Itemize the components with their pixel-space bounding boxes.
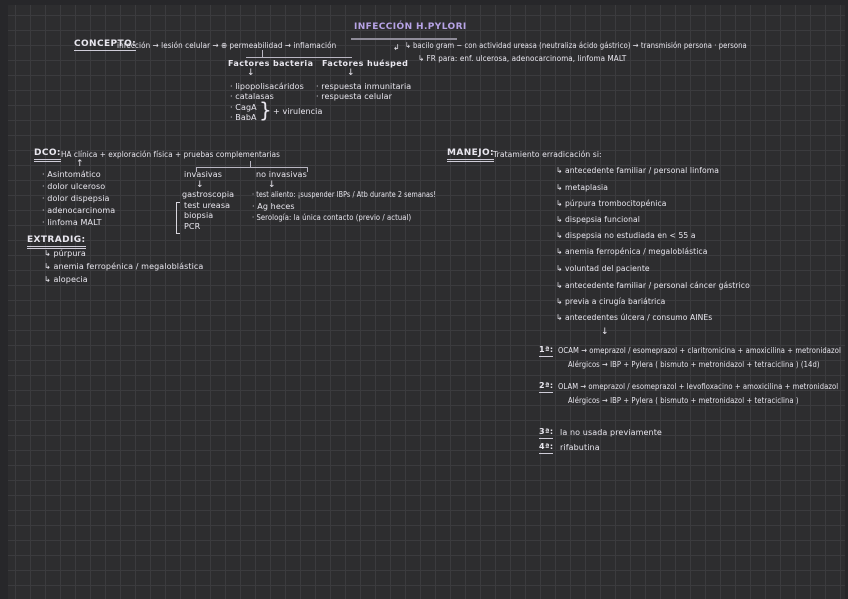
dco-line: HA clínica + exploración física + prueba… [61, 150, 280, 160]
clinica-item: · dolor dispepsia [42, 194, 110, 204]
no-invasivas-item: · Ag heces [252, 202, 295, 212]
manejo-item: ↳ dispepsia funcional [556, 215, 640, 225]
manejo-line: Tratamiento erradicación si: [493, 150, 602, 160]
page-title: INFECCIÓN H.PYLORI [354, 22, 467, 32]
no-invasivas-item: · test aliento: ¡suspender IBPs / Atb du… [252, 190, 436, 200]
manejo-item: ↳ voluntad del paciente [556, 264, 650, 274]
invasivas-title: invasivas [184, 170, 222, 180]
title-underline [351, 38, 457, 40]
manejo-item: ↳ antecedente familiar / personal cáncer… [556, 281, 750, 291]
manejo-item: ↳ dispepsia no estudiada en < 55 a [556, 231, 696, 241]
down-arrow-icon: ↓ [601, 327, 609, 337]
invasivas-item: biopsia [184, 211, 213, 221]
down-arrow-icon: ↓ [196, 180, 204, 190]
clinica-item: · Asintomático [42, 170, 101, 180]
dco-label: DCO: [34, 148, 61, 162]
page-edge-left [0, 0, 8, 599]
extradig-item: ↳ anemia ferropénica / megaloblástica [44, 262, 203, 272]
linea-2-text: OLAM → omeprazol / esomeprazol + levoflo… [558, 382, 838, 392]
concepto-bullet-1: ↳ bacilo gram − con actividad ureasa (ne… [405, 41, 747, 51]
linea-4-num: 4ª: [539, 442, 553, 454]
linea-4-text: rifabutina [560, 443, 600, 453]
note-canvas[interactable]: INFECCIÓN H.PYLORI CONCEPTO: infección →… [0, 0, 848, 599]
linea-1-sub: Alérgicos → IBP + Pylera ( bismuto + met… [568, 360, 820, 370]
down-arrow-icon: ↓ [347, 68, 355, 78]
manejo-item: ↳ púrpura trombocitopénica [556, 199, 667, 209]
page-edge-top [0, 0, 848, 5]
factores-bacteria-title: Factores bacteria [228, 59, 313, 69]
linea-2-num: 2ª: [539, 381, 553, 393]
clinica-item: · linfoma MALT [42, 218, 102, 228]
linea-3-text: la no usada previamente [560, 428, 662, 438]
concepto-flow: infección → lesión celular → ⊕ permeabil… [117, 41, 336, 51]
manejo-item: ↳ anemia ferropénica / megaloblástica [556, 247, 707, 257]
extradig-item: ↳ alopecia [44, 275, 88, 285]
invasivas-item: test ureasa [184, 201, 230, 211]
brace-glyph: } [259, 100, 272, 120]
bacteria-item: · lipopolisacáridos [230, 82, 304, 92]
connector-line [262, 50, 263, 57]
invasivas-main: gastroscopia [182, 190, 234, 200]
manejo-item: ↳ antecedente familiar / personal linfom… [556, 166, 719, 176]
connector-line [196, 167, 308, 168]
manejo-item: ↳ metaplasia [556, 183, 608, 193]
linea-3-num: 3ª: [539, 427, 553, 439]
extradig-label: EXTRADIG: [27, 235, 86, 249]
bacteria-item: · BabA [230, 113, 257, 123]
return-arrow-mark: ↲ [393, 43, 400, 53]
no-invasivas-title: no invasivas [256, 170, 307, 180]
manejo-label: MANEJO: [447, 148, 494, 162]
clinica-item: · dolor ulceroso [42, 182, 105, 192]
manejo-item: ↳ previa a cirugía bariátrica [556, 297, 665, 307]
linea-1-num: 1ª: [539, 345, 553, 357]
huesped-item: · respuesta celular [316, 92, 392, 102]
virulencia-note: + virulencia [273, 107, 323, 117]
concepto-bullet-2: ↳ FR para: enf. ulcerosa, adenocarcinoma… [418, 54, 626, 64]
connector-line [246, 57, 352, 58]
no-invasivas-item: · Serología: la única contacto (previo /… [252, 213, 411, 223]
bracket-line [176, 202, 180, 234]
manejo-item: ↳ antecedentes úlcera / consumo AINEs [556, 313, 712, 323]
extradig-item: ↳ púrpura [44, 249, 86, 259]
down-arrow-icon: ↓ [268, 180, 276, 190]
linea-2-sub: Alérgicos → IBP + Pylera ( bismuto + met… [568, 396, 799, 406]
linea-1-text: OCAM → omeprazol / esomeprazol + claritr… [558, 346, 841, 356]
up-arrow-icon: ↑ [76, 159, 84, 169]
bacteria-item: · CagA [230, 103, 257, 113]
down-arrow-icon: ↓ [247, 68, 255, 78]
connector-line [307, 167, 308, 172]
clinica-item: · adenocarcinoma [42, 206, 115, 216]
invasivas-item: PCR [184, 222, 200, 232]
factores-huesped-title: Factores huésped [322, 59, 408, 69]
huesped-item: · respuesta inmunitaria [316, 82, 411, 92]
